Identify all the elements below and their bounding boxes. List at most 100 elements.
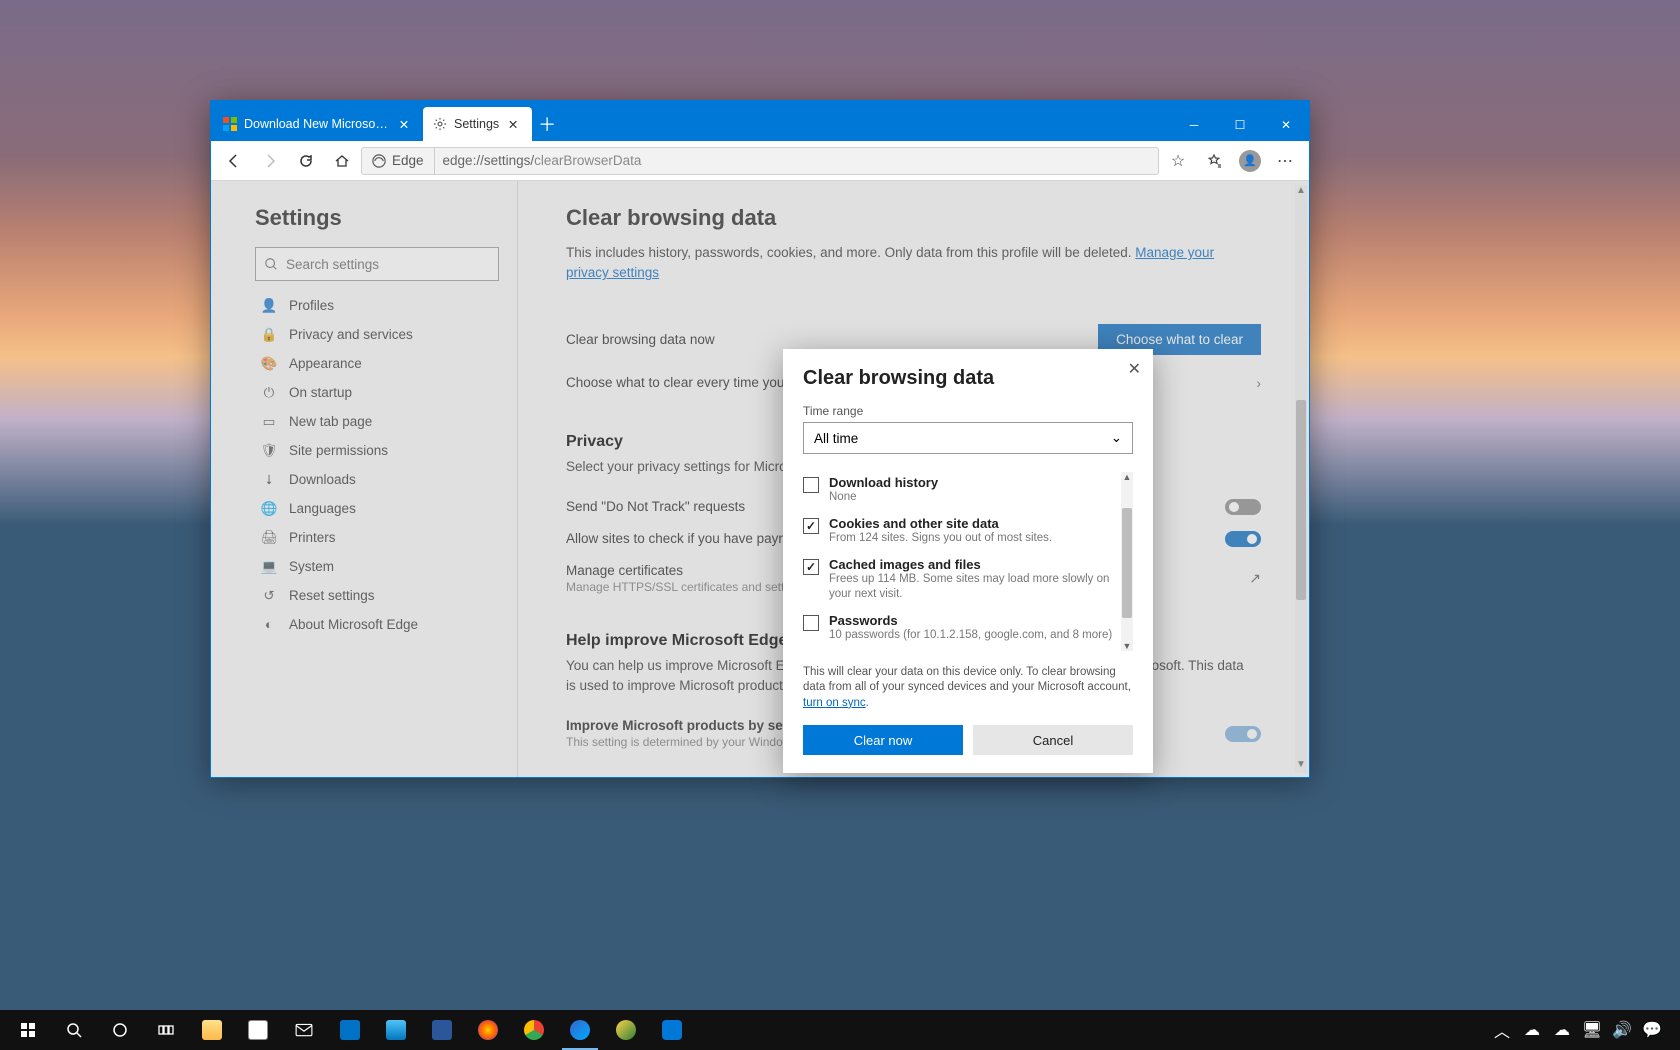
item-cached: Cached images and filesFrees up 114 MB. … [803, 554, 1119, 610]
clear-now-button[interactable]: Clear now [803, 725, 963, 755]
tab-label: Download New Microsoft Edge B [244, 117, 390, 131]
sidebar-item-downloads[interactable]: ⭣Downloads [255, 465, 499, 494]
scroll-thumb[interactable] [1122, 508, 1132, 618]
scrollbar[interactable]: ▲ ▼ [1295, 185, 1307, 773]
sidebar-item-reset[interactable]: ↺Reset settings [255, 581, 499, 610]
dialog-buttons: Clear now Cancel [803, 725, 1133, 755]
tray-network[interactable]: 🖥 [1578, 1010, 1606, 1050]
taskbar-mail[interactable] [282, 1010, 326, 1050]
outlook-icon [339, 1019, 361, 1041]
tab-label: Settings [454, 117, 499, 131]
menu-button[interactable]: ⋯ [1269, 144, 1303, 178]
tab-settings[interactable]: Settings ✕ [423, 107, 532, 141]
taskbar-edge-beta[interactable] [558, 1010, 602, 1050]
scroll-down-icon[interactable]: ▼ [1121, 641, 1133, 651]
chevron-up-icon: ︿ [1494, 1018, 1510, 1042]
reset-icon: ↺ [261, 588, 277, 604]
system-tray: ︿ ☁ ☁ 🖥 🔊 💬 [1488, 1010, 1674, 1050]
dialog-title: Clear browsing data [803, 367, 1133, 390]
url-box[interactable]: Edge edge://settings/clearBrowserData [361, 147, 1159, 175]
tray-volume[interactable]: 🔊 [1608, 1010, 1636, 1050]
payment-toggle[interactable] [1225, 531, 1261, 547]
taskbar-word[interactable] [420, 1010, 464, 1050]
sidebar-item-profiles[interactable]: 👤Profiles [255, 291, 499, 320]
profile-avatar[interactable]: 👤 [1233, 144, 1267, 178]
edge-icon: ◐ [261, 617, 277, 633]
sidebar-item-languages[interactable]: 🌐Languages [255, 494, 499, 523]
dialog-scrollbar[interactable]: ▲ ▼ [1121, 472, 1133, 651]
taskbar-chrome[interactable] [512, 1010, 556, 1050]
minimize-button[interactable]: ─ [1171, 109, 1217, 141]
favorites-list-icon[interactable] [1197, 144, 1231, 178]
improve-toggle[interactable] [1225, 726, 1261, 742]
taskbar-edge-canary[interactable] [604, 1010, 648, 1050]
favorite-star-icon[interactable]: ☆ [1161, 144, 1195, 178]
edge-chip-label: Edge [392, 153, 424, 168]
checkbox[interactable] [803, 477, 819, 493]
tab-close-icon[interactable]: ✕ [506, 117, 520, 131]
forward-button[interactable] [253, 144, 287, 178]
sidebar-item-permissions[interactable]: 🛡Site permissions [255, 436, 499, 465]
tab-download-edge[interactable]: Download New Microsoft Edge B ✕ [213, 107, 423, 141]
dnt-toggle[interactable] [1225, 499, 1261, 515]
sidebar-item-system[interactable]: 💻System [255, 552, 499, 581]
tray-notifications[interactable]: 💬 [1638, 1010, 1666, 1050]
sidebar-item-about[interactable]: ◐About Microsoft Edge [255, 610, 499, 639]
taskbar-cortana[interactable] [98, 1010, 142, 1050]
address-bar: Edge edge://settings/clearBrowserData ☆ … [211, 141, 1309, 181]
show-desktop[interactable] [1668, 1010, 1674, 1050]
browser-window: Download New Microsoft Edge B ✕ Settings… [210, 100, 1310, 778]
gear-icon [433, 117, 447, 131]
taskbar-taskview[interactable] [144, 1010, 188, 1050]
scroll-thumb[interactable] [1296, 400, 1306, 600]
tab-close-icon[interactable]: ✕ [397, 117, 411, 131]
store-icon [247, 1019, 269, 1041]
back-button[interactable] [217, 144, 251, 178]
time-range-value: All time [814, 431, 858, 446]
scroll-up-icon[interactable]: ▲ [1121, 472, 1133, 482]
start-button[interactable] [6, 1010, 50, 1050]
tray-onedrive[interactable]: ☁ [1518, 1010, 1546, 1050]
taskbar-store[interactable] [236, 1010, 280, 1050]
taskbar-edge[interactable] [650, 1010, 694, 1050]
tray-onedrive-2[interactable]: ☁ [1548, 1010, 1576, 1050]
checkbox[interactable] [803, 559, 819, 575]
home-button[interactable] [325, 144, 359, 178]
sidebar-item-newtab[interactable]: ▭New tab page [255, 407, 499, 436]
scroll-down-icon[interactable]: ▼ [1295, 759, 1307, 773]
page-intro: This includes history, passwords, cookie… [566, 243, 1256, 284]
time-range-select[interactable]: All time ⌄ [803, 422, 1133, 454]
taskbar-firefox[interactable] [466, 1010, 510, 1050]
scroll-up-icon[interactable]: ▲ [1295, 185, 1307, 199]
download-icon: ⭣ [261, 472, 277, 488]
maximize-button[interactable]: ☐ [1217, 109, 1263, 141]
page-title: Clear browsing data [566, 205, 1261, 231]
refresh-button[interactable] [289, 144, 323, 178]
taskbar-outlook[interactable] [328, 1010, 372, 1050]
taskbar-photos[interactable] [374, 1010, 418, 1050]
search-settings-input[interactable]: Search settings [255, 247, 499, 281]
turn-on-sync-link[interactable]: turn on sync [803, 697, 866, 709]
chevron-right-icon: › [1256, 371, 1261, 395]
taskbar-search[interactable] [52, 1010, 96, 1050]
search-placeholder: Search settings [286, 257, 379, 272]
notification-icon: 💬 [1642, 1020, 1662, 1040]
firefox-icon [477, 1019, 499, 1041]
tray-overflow[interactable]: ︿ [1488, 1010, 1516, 1050]
cancel-button[interactable]: Cancel [973, 725, 1133, 755]
settings-sidebar: Settings Search settings 👤Profiles 🔒Priv… [211, 181, 518, 777]
laptop-icon: 💻 [261, 559, 277, 575]
sidebar-item-privacy[interactable]: 🔒Privacy and services [255, 320, 499, 349]
ms-favicon [223, 117, 237, 131]
close-window-button[interactable]: ✕ [1263, 109, 1309, 141]
checkbox[interactable] [803, 615, 819, 631]
sidebar-item-appearance[interactable]: 🎨Appearance [255, 349, 499, 378]
windows-icon [17, 1019, 39, 1041]
sidebar-item-printers[interactable]: 🖨Printers [255, 523, 499, 552]
title-bar: Download New Microsoft Edge B ✕ Settings… [211, 101, 1309, 141]
sidebar-item-startup[interactable]: ⏻On startup [255, 378, 499, 407]
checkbox[interactable] [803, 518, 819, 534]
dialog-close-button[interactable]: ✕ [1128, 359, 1141, 379]
new-tab-button[interactable]: ＋ [532, 107, 562, 141]
taskbar-explorer[interactable] [190, 1010, 234, 1050]
